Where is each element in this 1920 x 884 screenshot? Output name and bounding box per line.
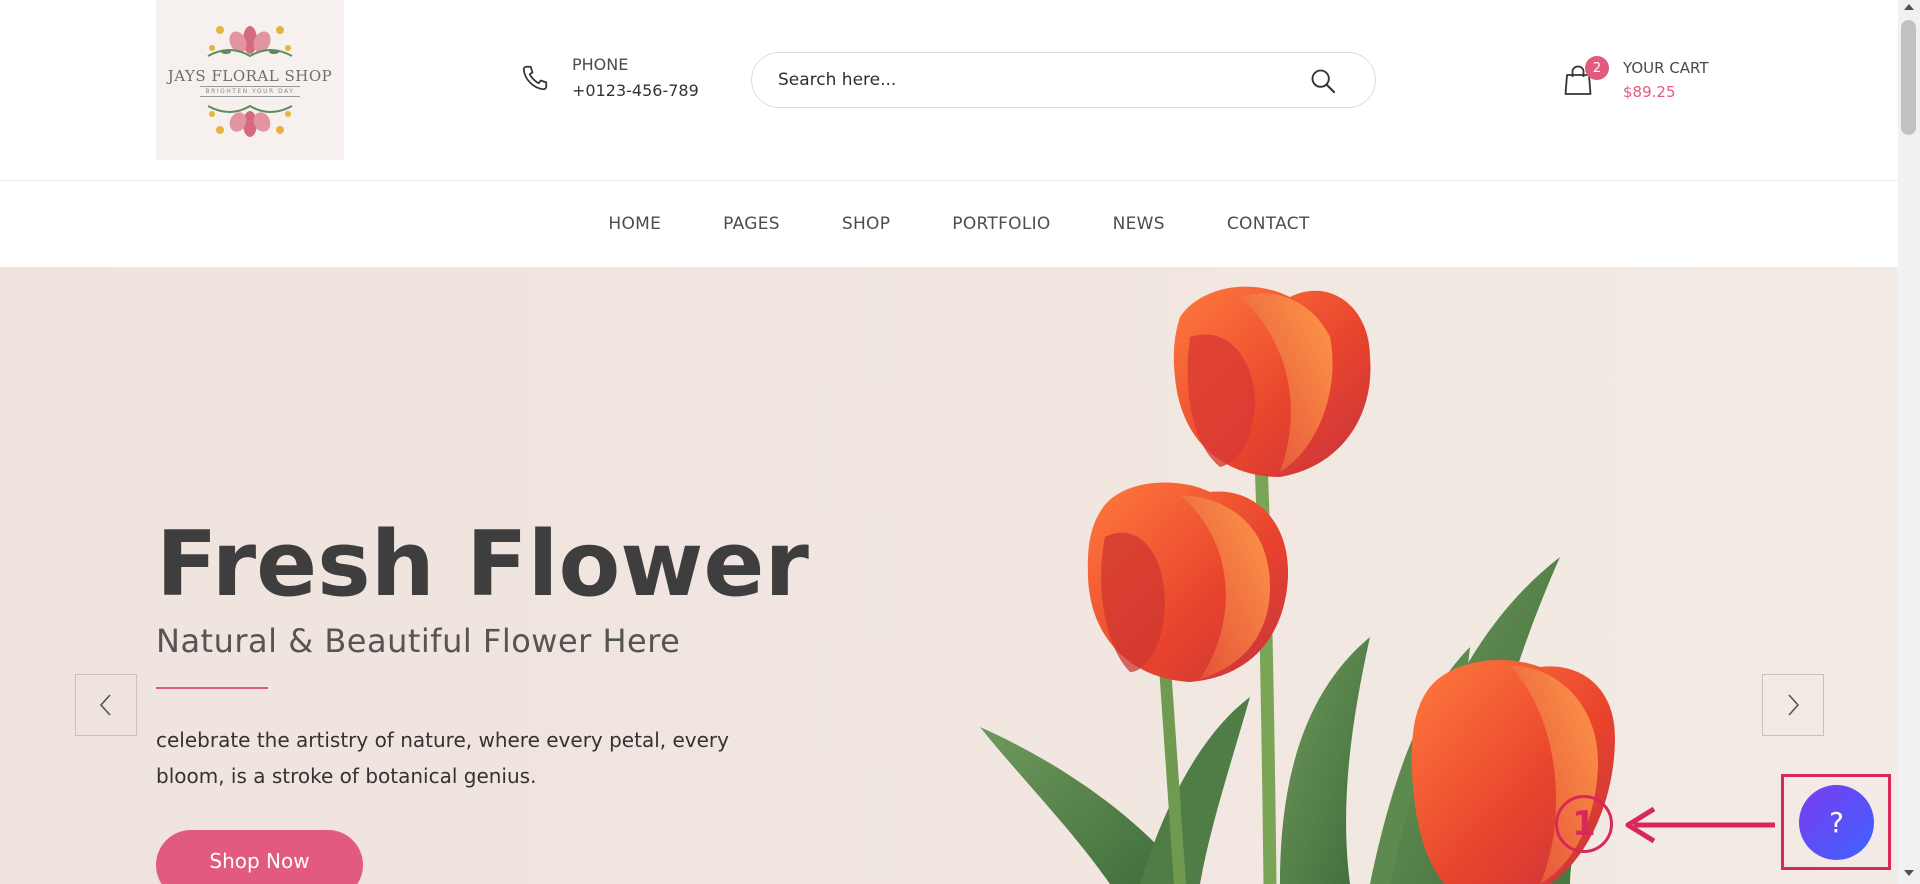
cart-total: $89.25	[1623, 83, 1676, 101]
chevron-right-icon	[1788, 694, 1800, 716]
nav-item-shop[interactable]: SHOP	[842, 214, 890, 234]
cart-count-badge: 2	[1585, 56, 1609, 80]
phone-number[interactable]: +0123-456-789	[572, 78, 699, 104]
nav-item-pages[interactable]: PAGES	[723, 214, 780, 234]
tulip-image	[980, 286, 1615, 884]
phone-label: PHONE	[572, 55, 629, 74]
scroll-up-arrow-icon[interactable]	[1904, 4, 1914, 10]
cart-widget[interactable]: 2 YOUR CART $89.25	[1563, 56, 1709, 104]
nav-item-contact[interactable]: CONTACT	[1227, 214, 1310, 234]
floral-ornament-top-icon	[207, 26, 293, 58]
scroll-thumb[interactable]	[1901, 20, 1916, 135]
help-button[interactable]: ?	[1799, 785, 1874, 860]
search-icon[interactable]	[1309, 67, 1337, 95]
slider-next-button[interactable]	[1762, 674, 1824, 736]
nav-item-home[interactable]: HOME	[608, 214, 661, 234]
slider-prev-button[interactable]	[75, 674, 137, 736]
cart-label: YOUR CART	[1623, 59, 1709, 77]
hero-title: Fresh Flower	[156, 512, 809, 617]
shop-logo[interactable]: JAYS FLORAL SHOP BRIGHTEN YOUR DAY	[156, 0, 344, 160]
search-input[interactable]	[778, 60, 1298, 100]
page-scrollbar[interactable]	[1898, 0, 1920, 884]
nav-item-news[interactable]: NEWS	[1113, 214, 1165, 234]
shopping-bag-icon[interactable]: 2	[1563, 56, 1609, 96]
logo-tagline: BRIGHTEN YOUR DAY	[199, 86, 301, 97]
site-header: JAYS FLORAL SHOP BRIGHTEN YOUR DAY PHONE…	[0, 0, 1898, 181]
chevron-left-icon	[99, 694, 111, 716]
annotation-step-number: 1	[1555, 795, 1613, 853]
floral-ornament-bottom-icon	[207, 104, 293, 137]
hero-divider	[156, 687, 268, 689]
phone-contact: PHONE +0123-456-789	[520, 52, 699, 104]
main-nav: HOME PAGES SHOP PORTFOLIO NEWS CONTACT	[0, 181, 1898, 267]
search-bar	[751, 52, 1376, 108]
phone-icon	[522, 65, 548, 91]
hero-slider: Fresh Flower Natural & Beautiful Flower …	[0, 267, 1898, 884]
hero-description: celebrate the artistry of nature, where …	[156, 728, 729, 788]
nav-item-portfolio[interactable]: PORTFOLIO	[952, 214, 1050, 234]
logo-title: JAYS FLORAL SHOP	[167, 67, 333, 85]
hero-subtitle: Natural & Beautiful Flower Here	[156, 622, 681, 660]
shop-now-button[interactable]: Shop Now	[156, 830, 363, 884]
annotation-arrow-icon	[1625, 806, 1775, 844]
scroll-down-arrow-icon[interactable]	[1904, 870, 1914, 876]
